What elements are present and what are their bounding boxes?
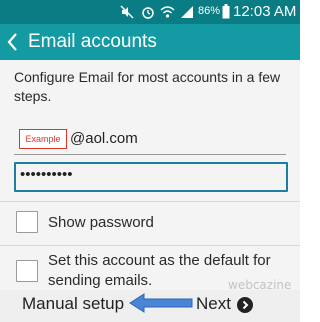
password-field[interactable]: •••••••••• xyxy=(14,162,288,192)
status-bar: 86% 12:03 AM xyxy=(0,0,300,24)
divider xyxy=(0,245,300,246)
action-bar: Email accounts xyxy=(0,24,300,60)
page-title: Email accounts xyxy=(28,31,157,52)
divider xyxy=(0,201,300,202)
watermark: webcazine xyxy=(228,278,292,292)
email-field[interactable]: Example @aol.com xyxy=(14,126,286,155)
clock: 12:03 AM xyxy=(233,3,297,20)
chevron-right-circle-icon[interactable] xyxy=(237,297,253,318)
mute-icon xyxy=(120,5,134,24)
chevron-left-icon[interactable] xyxy=(6,32,18,57)
battery-percent: 86% xyxy=(198,5,221,17)
show-password-label[interactable]: Show password xyxy=(48,213,154,233)
next-button[interactable]: Next xyxy=(196,294,231,314)
email-setup-form: Configure Email for most accounts in a f… xyxy=(0,60,300,290)
intro-text: Configure Email for most accounts in a f… xyxy=(14,69,281,104)
example-tag: Example xyxy=(19,129,67,149)
signal-icon xyxy=(180,5,194,24)
battery-icon xyxy=(222,4,230,24)
email-domain: @aol.com xyxy=(70,130,138,147)
alarm-icon xyxy=(141,5,155,24)
default-account-checkbox[interactable] xyxy=(16,260,38,282)
annotation-arrow-icon xyxy=(128,292,194,319)
show-password-checkbox[interactable] xyxy=(16,211,38,233)
wifi-icon xyxy=(160,5,175,24)
password-value: •••••••••• xyxy=(20,166,73,183)
manual-setup-button[interactable]: Manual setup xyxy=(22,294,124,314)
